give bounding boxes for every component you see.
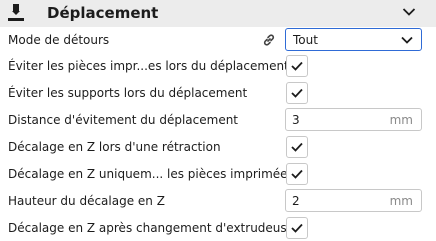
checkmark-icon — [291, 169, 303, 179]
avoid-supports-checkbox[interactable] — [286, 82, 308, 104]
setting-combing-mode: Mode de détours Tout — [0, 27, 436, 53]
setting-label: Éviter les supports lors du déplacement — [8, 86, 248, 100]
z-hop-height-input[interactable]: 2 mm — [285, 189, 422, 212]
z-hop-retract-checkbox[interactable] — [286, 136, 308, 158]
section-header[interactable]: Déplacement — [0, 0, 436, 27]
setting-label: Éviter les pièces impr...es lors du dépl… — [8, 59, 289, 73]
chevron-down-icon — [401, 36, 413, 44]
select-value: Tout — [293, 33, 318, 47]
setting-avoid-printed-parts: Éviter les pièces impr...es lors du dépl… — [0, 53, 436, 79]
checkmark-icon — [291, 61, 303, 71]
z-hop-extruder-switch-checkbox[interactable] — [286, 217, 308, 239]
setting-z-hop-height: Hauteur du décalage en Z 2 mm — [0, 188, 436, 214]
input-value: 3 — [292, 113, 300, 127]
setting-z-hop-only-printed: Décalage en Z uniquem... les pièces impr… — [0, 161, 436, 187]
chevron-down-icon[interactable] — [402, 7, 416, 17]
avoid-distance-input[interactable]: 3 mm — [285, 108, 422, 131]
z-hop-only-printed-checkbox[interactable] — [286, 163, 308, 185]
setting-avoid-distance: Distance d'évitement du déplacement 3 mm — [0, 107, 436, 133]
combing-mode-select[interactable]: Tout — [285, 28, 422, 51]
setting-label: Distance d'évitement du déplacement — [8, 113, 239, 127]
setting-label: Mode de détours — [8, 33, 110, 47]
section-title: Déplacement — [47, 4, 159, 22]
avoid-printed-parts-checkbox[interactable] — [286, 55, 308, 77]
checkmark-icon — [291, 223, 303, 233]
setting-label: Décalage en Z uniquem... les pièces impr… — [8, 167, 294, 181]
unit-label: mm — [389, 194, 413, 208]
link-icon[interactable] — [262, 33, 276, 47]
setting-avoid-supports: Éviter les supports lors du déplacement — [0, 80, 436, 106]
setting-label: Hauteur du décalage en Z — [8, 194, 165, 208]
input-value: 2 — [292, 194, 300, 208]
checkmark-icon — [291, 88, 303, 98]
setting-label: Décalage en Z après changement d'extrude… — [8, 221, 295, 235]
setting-label: Décalage en Z lors d'une rétraction — [8, 140, 221, 154]
travel-section-icon — [8, 4, 24, 21]
unit-label: mm — [389, 113, 413, 127]
checkmark-icon — [291, 142, 303, 152]
setting-z-hop-extruder-switch: Décalage en Z après changement d'extrude… — [0, 215, 436, 241]
setting-z-hop-retract: Décalage en Z lors d'une rétraction — [0, 134, 436, 160]
